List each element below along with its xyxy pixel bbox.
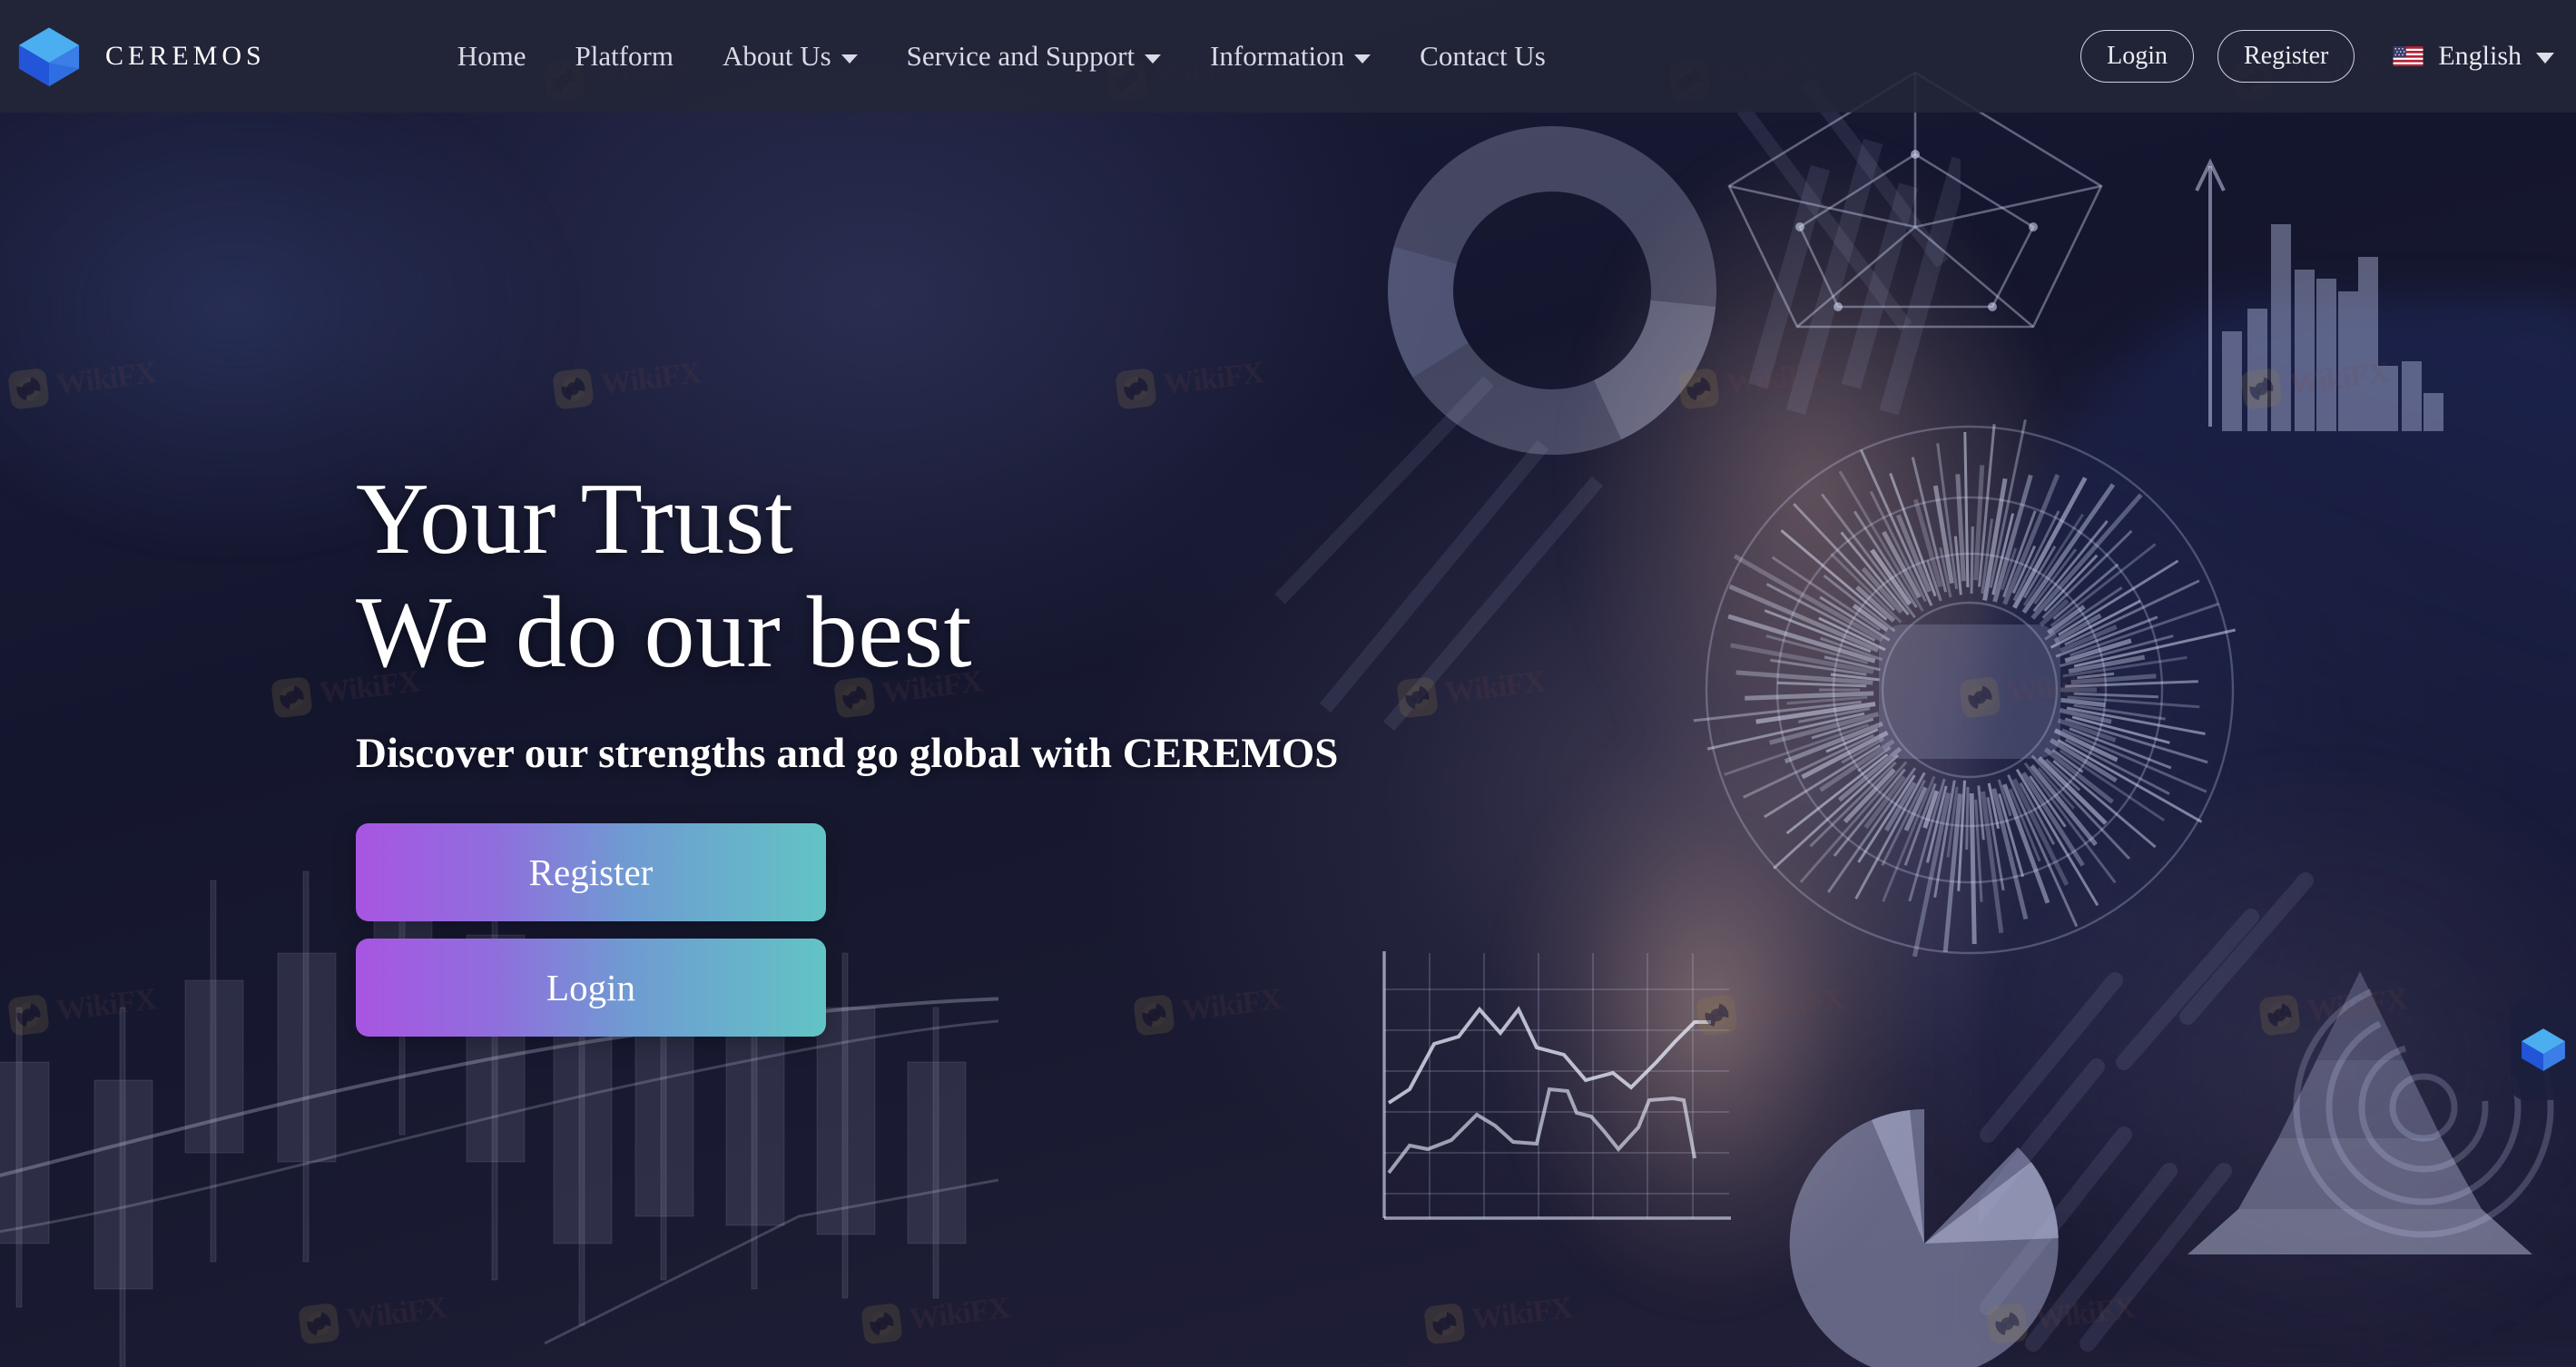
nav-label: Platform bbox=[575, 40, 673, 72]
chevron-down-icon bbox=[841, 54, 858, 64]
us-flag-icon bbox=[2393, 46, 2424, 66]
watermark-text: WikiFX bbox=[54, 982, 159, 1028]
watermark-text: WikiFX bbox=[2305, 982, 2410, 1028]
cube-logo-icon bbox=[18, 27, 80, 87]
chevron-down-icon bbox=[2536, 53, 2554, 64]
watermark-text: WikiFX bbox=[1470, 1291, 1575, 1337]
nav-label: Home bbox=[457, 40, 526, 72]
landing-page: WikiFX WikiFX WikiFX WikiFX WikiFX WikiF… bbox=[0, 0, 2576, 1367]
wikifx-logo-icon bbox=[270, 675, 313, 719]
wikifx-logo-icon bbox=[2240, 367, 2283, 410]
watermark-text: WikiFX bbox=[1742, 982, 1847, 1028]
nav-item-service-and-support[interactable]: Service and Support bbox=[882, 40, 1185, 73]
header-register-button[interactable]: Register bbox=[2217, 30, 2355, 83]
wikifx-logo-icon bbox=[1396, 675, 1439, 719]
chevron-down-icon bbox=[1354, 54, 1372, 64]
chat-widget-button[interactable] bbox=[2511, 998, 2576, 1100]
brand-logo[interactable]: CEREMOS bbox=[16, 24, 266, 89]
site-header: CEREMOS Home Platform About Us Service a… bbox=[0, 0, 2576, 113]
nav-label: Information bbox=[1210, 40, 1345, 72]
watermark-text: WikiFX bbox=[54, 356, 159, 402]
hero-register-button[interactable]: Register bbox=[356, 822, 826, 921]
watermark-text: WikiFX bbox=[598, 356, 703, 402]
watermark-text: WikiFX bbox=[344, 1291, 449, 1337]
cube-chat-icon bbox=[2522, 1028, 2565, 1071]
language-selector[interactable]: English bbox=[2393, 41, 2554, 72]
nav-label: Service and Support bbox=[906, 40, 1136, 72]
hero-cta-group: Register Login bbox=[356, 822, 1338, 1037]
watermark-text: WikiFX bbox=[1161, 356, 1266, 402]
wikifx-logo-icon bbox=[298, 1302, 340, 1345]
wikifx-logo-icon bbox=[860, 1302, 903, 1345]
watermark-text: WikiFX bbox=[2005, 664, 2110, 711]
wikifx-logo-icon bbox=[1423, 1302, 1466, 1345]
wikifx-logo-icon bbox=[7, 993, 50, 1037]
chevron-down-icon bbox=[1145, 54, 1162, 64]
header-login-button[interactable]: Login bbox=[2080, 30, 2195, 83]
watermark-text: WikiFX bbox=[2032, 1291, 2138, 1337]
nav-label: About Us bbox=[722, 40, 831, 72]
watermark-text: WikiFX bbox=[2286, 356, 2392, 402]
wikifx-logo-icon bbox=[1677, 367, 1720, 410]
wikifx-logo-icon bbox=[7, 367, 50, 410]
wikifx-logo-icon bbox=[552, 367, 595, 410]
hero-section: Your Trust We do our best Discover our s… bbox=[356, 463, 1338, 1037]
watermark-text: WikiFX bbox=[1442, 664, 1548, 711]
nav-item-about-us[interactable]: About Us bbox=[698, 40, 882, 73]
nav-item-platform[interactable]: Platform bbox=[550, 40, 698, 73]
header-actions: Login Register English bbox=[2080, 30, 2554, 83]
nav-item-information[interactable]: Information bbox=[1185, 40, 1395, 73]
wikifx-logo-icon bbox=[1115, 367, 1157, 410]
hero-login-button[interactable]: Login bbox=[356, 938, 826, 1037]
wikifx-logo-icon bbox=[1959, 675, 2001, 719]
language-label: English bbox=[2438, 41, 2522, 71]
wikifx-logo-icon bbox=[1986, 1302, 2029, 1345]
watermark-text: WikiFX bbox=[907, 1291, 1012, 1337]
hero-title-line-2: We do our best bbox=[356, 576, 973, 690]
wikifx-logo-icon bbox=[1696, 993, 1738, 1037]
watermark-text: WikiFX bbox=[1724, 356, 1829, 402]
hero-title-line-1: Your Trust bbox=[356, 463, 794, 575]
page-title: Your Trust We do our best bbox=[356, 463, 1338, 691]
nav-item-home[interactable]: Home bbox=[433, 40, 551, 73]
nav-label: Contact Us bbox=[1420, 40, 1546, 72]
main-navigation: Home Platform About Us Service and Suppo… bbox=[433, 40, 1570, 73]
wikifx-logo-icon bbox=[2258, 993, 2301, 1037]
nav-item-contact-us[interactable]: Contact Us bbox=[1395, 40, 1570, 73]
hero-subtitle: Discover our strengths and go global wit… bbox=[356, 729, 1339, 777]
brand-name: CEREMOS bbox=[105, 41, 266, 71]
